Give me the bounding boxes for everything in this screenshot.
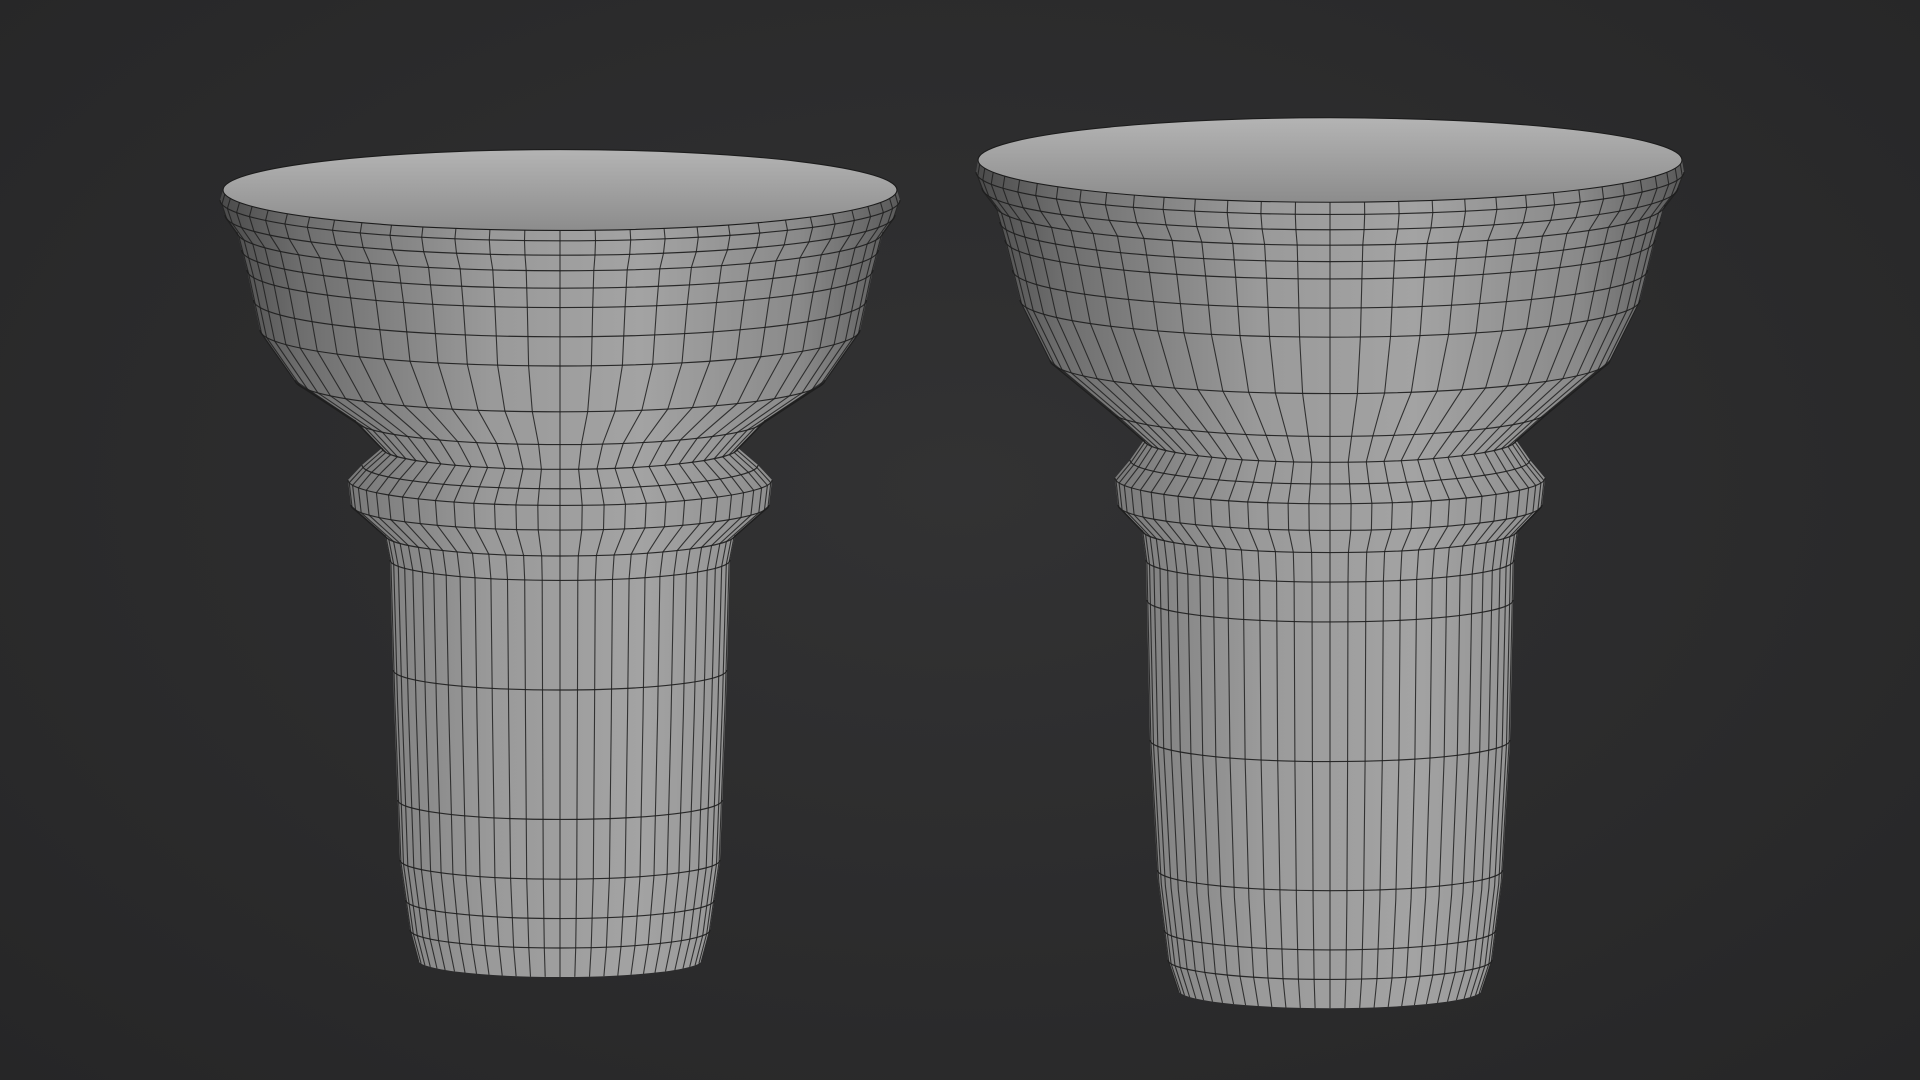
3d-viewport[interactable]: [0, 0, 1920, 1080]
mesh-rim-top: [222, 149, 898, 231]
scene-canvas: [219, 117, 1685, 1009]
cup-model-left[interactable]: [219, 149, 901, 978]
cup-model-right[interactable]: [975, 117, 1685, 1009]
mesh-rim-top: [977, 117, 1683, 203]
